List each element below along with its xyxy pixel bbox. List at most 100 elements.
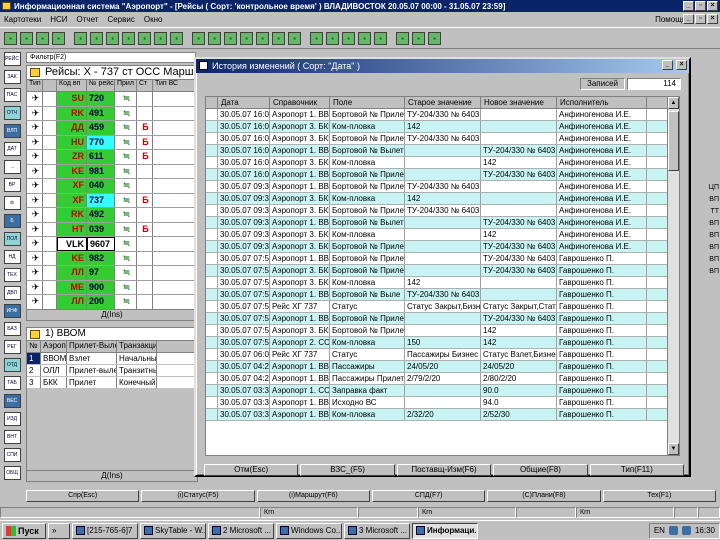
tray-app-icon[interactable] bbox=[668, 526, 678, 535]
col-airport[interactable]: Аэропорт bbox=[41, 341, 67, 352]
flight-row[interactable]: ✈ RK 491 ≒ bbox=[27, 106, 197, 121]
col-reference[interactable]: Справочник bbox=[270, 97, 330, 108]
left-toolbar-button[interactable]: ВЕС bbox=[3, 394, 21, 408]
left-toolbar-button[interactable]: РЕГ bbox=[3, 340, 21, 354]
history-row[interactable]: 30.05.07 09:31 Аэропорт 3. БКК Бортовой № … bbox=[206, 241, 679, 253]
history-row[interactable]: 30.05.07 07:53 Рейс ХГ 737 Статус Статус За… bbox=[206, 301, 679, 313]
col-flight[interactable]: № рейс bbox=[87, 80, 115, 91]
dialog-minimize-button[interactable]: _ bbox=[662, 60, 673, 70]
left-toolbar-button[interactable]: ИЗД bbox=[3, 412, 21, 426]
history-row[interactable]: 30.05.07 09:31 Аэропорт 1. ВВС Бортовой № … bbox=[206, 217, 679, 229]
history-row[interactable]: 30.05.07 16:09 Аэропорт 1. ВВС Бортовой № … bbox=[206, 109, 679, 121]
scroll-down-icon[interactable]: ▼ bbox=[668, 443, 679, 455]
flight-row[interactable]: ✈ KE 981 ≒ bbox=[27, 164, 197, 179]
history-row[interactable]: 30.05.07 07:53 Аэропорт 3. БКК Бортовой № … bbox=[206, 325, 679, 337]
flight-row[interactable]: ✈ HT 039 ≒ Б bbox=[27, 222, 197, 237]
left-toolbar-button[interactable]: ТАБ bbox=[3, 376, 21, 390]
language-indicator[interactable]: EN bbox=[654, 526, 665, 535]
save-icon[interactable]: ▪ bbox=[20, 31, 33, 45]
tool-icon[interactable]: ▪ bbox=[374, 31, 387, 45]
menu-item-help[interactable]: Помощь bbox=[655, 15, 686, 24]
flight-row[interactable]: ✈ ZR 611 ≒ Б bbox=[27, 150, 197, 165]
col-indicator[interactable] bbox=[206, 97, 218, 108]
col-status[interactable]: Ст bbox=[137, 80, 153, 91]
history-row[interactable]: 30.05.07 07:53 Аэропорт 1. ВВС Бортовой № … bbox=[206, 289, 679, 301]
history-row[interactable]: 30.05.07 03:33 Аэропорт 1. ВВС Ком-пловка 2… bbox=[206, 409, 679, 421]
history-scrollbar[interactable]: ▲ ▼ bbox=[667, 97, 679, 455]
history-row[interactable]: 30.05.07 07:53 Аэропорт 1. ВВС Бортовой № … bbox=[206, 253, 679, 265]
route-footer-button[interactable]: Д(Ins) bbox=[27, 470, 197, 481]
arrow-icon[interactable]: ▪ bbox=[288, 31, 301, 45]
tool-icon[interactable]: ▪ bbox=[342, 31, 355, 45]
route-row[interactable]: 2ОЛЛПрилет-вылетТранзитный bbox=[27, 365, 197, 377]
history-row[interactable]: 30.05.07 07:53 Аэропорт 1. ВВС Бортовой № … bbox=[206, 313, 679, 325]
left-toolbar-button[interactable]: ПОЛ bbox=[3, 232, 21, 246]
menu-item-window[interactable]: Окно bbox=[144, 15, 163, 24]
left-toolbar-button[interactable]: ОТД bbox=[3, 358, 21, 372]
map-icon[interactable]: ▪ bbox=[154, 31, 167, 45]
left-toolbar-button[interactable]: ОТЧ bbox=[3, 106, 21, 120]
menu-item-cards[interactable]: Картотеки bbox=[4, 15, 41, 24]
col-code[interactable]: Код вп bbox=[57, 80, 87, 91]
flights-footer-button[interactable]: Д(Ins) bbox=[27, 309, 197, 320]
close-button[interactable]: × bbox=[707, 1, 718, 11]
main-button[interactable]: Спр(Esc) bbox=[26, 490, 140, 502]
left-toolbar-button[interactable]: ВЛП bbox=[3, 124, 21, 138]
left-toolbar-button[interactable]: СПИ bbox=[3, 448, 21, 462]
tree-icon[interactable]: ▪ bbox=[74, 31, 87, 45]
print-icon[interactable]: ▪ bbox=[4, 31, 17, 45]
grid-icon[interactable]: ▪ bbox=[138, 31, 151, 45]
col-date[interactable]: Дата bbox=[218, 97, 270, 108]
history-row[interactable]: 30.05.07 16:07 Аэропорт 3. БКК Ком-пловка 1… bbox=[206, 157, 679, 169]
history-row[interactable]: 30.05.07 07:53 Аэропорт 3. БКК Бортовой № … bbox=[206, 265, 679, 277]
mail-icon[interactable]: ▪ bbox=[428, 31, 441, 45]
history-row[interactable]: 30.05.07 09:31 Аэропорт 1. ВВС Бортовой № … bbox=[206, 181, 679, 193]
history-row[interactable]: 30.05.07 09:31 Аэропорт 3. БКК Бортовой № … bbox=[206, 205, 679, 217]
left-toolbar-button[interactable]: ТЕХ bbox=[3, 268, 21, 282]
dialog-button[interactable]: Отм(Esc) bbox=[204, 464, 299, 476]
taskbar-button[interactable]: Информаци... bbox=[412, 522, 478, 539]
col-kind[interactable]: Транзакция bbox=[117, 341, 157, 352]
history-row[interactable]: 30.05.07 07:53 Аэропорт 2. ССС Ком-пловка 1… bbox=[206, 337, 679, 349]
left-toolbar-button[interactable]: → bbox=[3, 160, 21, 174]
dialog-button[interactable]: Общие(F8) bbox=[493, 464, 588, 476]
col-action[interactable]: Прилет-Вылет bbox=[67, 341, 117, 352]
note-icon[interactable]: ▪ bbox=[396, 31, 409, 45]
maximize-button[interactable]: ▫ bbox=[695, 1, 706, 11]
flight-row[interactable]: ✈ ДД 459 ≒ Б bbox=[27, 121, 197, 136]
tree-icon[interactable]: ▪ bbox=[90, 31, 103, 45]
grid-icon[interactable]: ▪ bbox=[122, 31, 135, 45]
left-toolbar-button[interactable]: ⊘ bbox=[3, 196, 21, 210]
left-toolbar-button[interactable]: РЕЙС bbox=[3, 52, 21, 66]
history-row[interactable]: 30.05.07 04:24 Аэропорт 1. ВВС Пассажиры 24… bbox=[206, 361, 679, 373]
flight-row[interactable]: ✈ XF 737 ≒ Б bbox=[27, 193, 197, 208]
taskbar-button[interactable]: Windows Co... bbox=[276, 522, 342, 539]
mdi-restore-button[interactable]: ▫ bbox=[695, 14, 706, 24]
mdi-minimize-button[interactable]: _ bbox=[683, 14, 694, 24]
taskbar-button[interactable]: 3 Microsoft ... bbox=[344, 522, 410, 539]
scroll-up-icon[interactable]: ▲ bbox=[668, 97, 679, 109]
tool-icon[interactable]: ▪ bbox=[326, 31, 339, 45]
volume-icon[interactable] bbox=[681, 526, 691, 535]
history-row[interactable]: 30.05.07 04:21 Аэропорт 1. ВВС Пассажиры П… bbox=[206, 373, 679, 385]
col-n[interactable]: № bbox=[27, 341, 41, 352]
left-toolbar-button[interactable]: ЗАК bbox=[3, 70, 21, 84]
left-toolbar-button[interactable]: ИНФ bbox=[3, 304, 21, 318]
history-row[interactable]: 30.05.07 16:07 Аэропорт 1. ВВС Бортовой № … bbox=[206, 145, 679, 157]
history-row[interactable]: 30.05.07 16:09 Аэропорт 3. БКК Бортовой № … bbox=[206, 133, 679, 145]
left-toolbar-button[interactable]: ДАТ bbox=[3, 142, 21, 156]
col-new-value[interactable]: Новое значение bbox=[481, 97, 557, 108]
edit-icon[interactable]: ▪ bbox=[256, 31, 269, 45]
history-row[interactable]: 30.05.07 09:31 Аэропорт 3. БКК Ком-пловка 1… bbox=[206, 193, 679, 205]
col-old-value[interactable]: Старое значение bbox=[405, 97, 481, 108]
col-blank[interactable] bbox=[43, 80, 57, 91]
flight-row[interactable]: ✈ HU 770 ≒ Б bbox=[27, 135, 197, 150]
main-button[interactable]: Тех(F1) bbox=[602, 490, 716, 502]
flight-row[interactable]: ✈ ЛЛ 200 ≒ bbox=[27, 295, 197, 310]
filter-field[interactable]: Фильтр(F2) bbox=[26, 52, 196, 63]
history-row[interactable]: 30.05.07 06:01 Рейс ХГ 737 Статус Пассажиры… bbox=[206, 349, 679, 361]
flight-row[interactable]: ✈ ЛЛ 97 ≒ bbox=[27, 266, 197, 281]
left-toolbar-button[interactable]: ВНТ bbox=[3, 430, 21, 444]
dialog-button[interactable]: ВЗС_(F5) bbox=[300, 464, 395, 476]
left-toolbar-button[interactable]: Б bbox=[3, 214, 21, 228]
